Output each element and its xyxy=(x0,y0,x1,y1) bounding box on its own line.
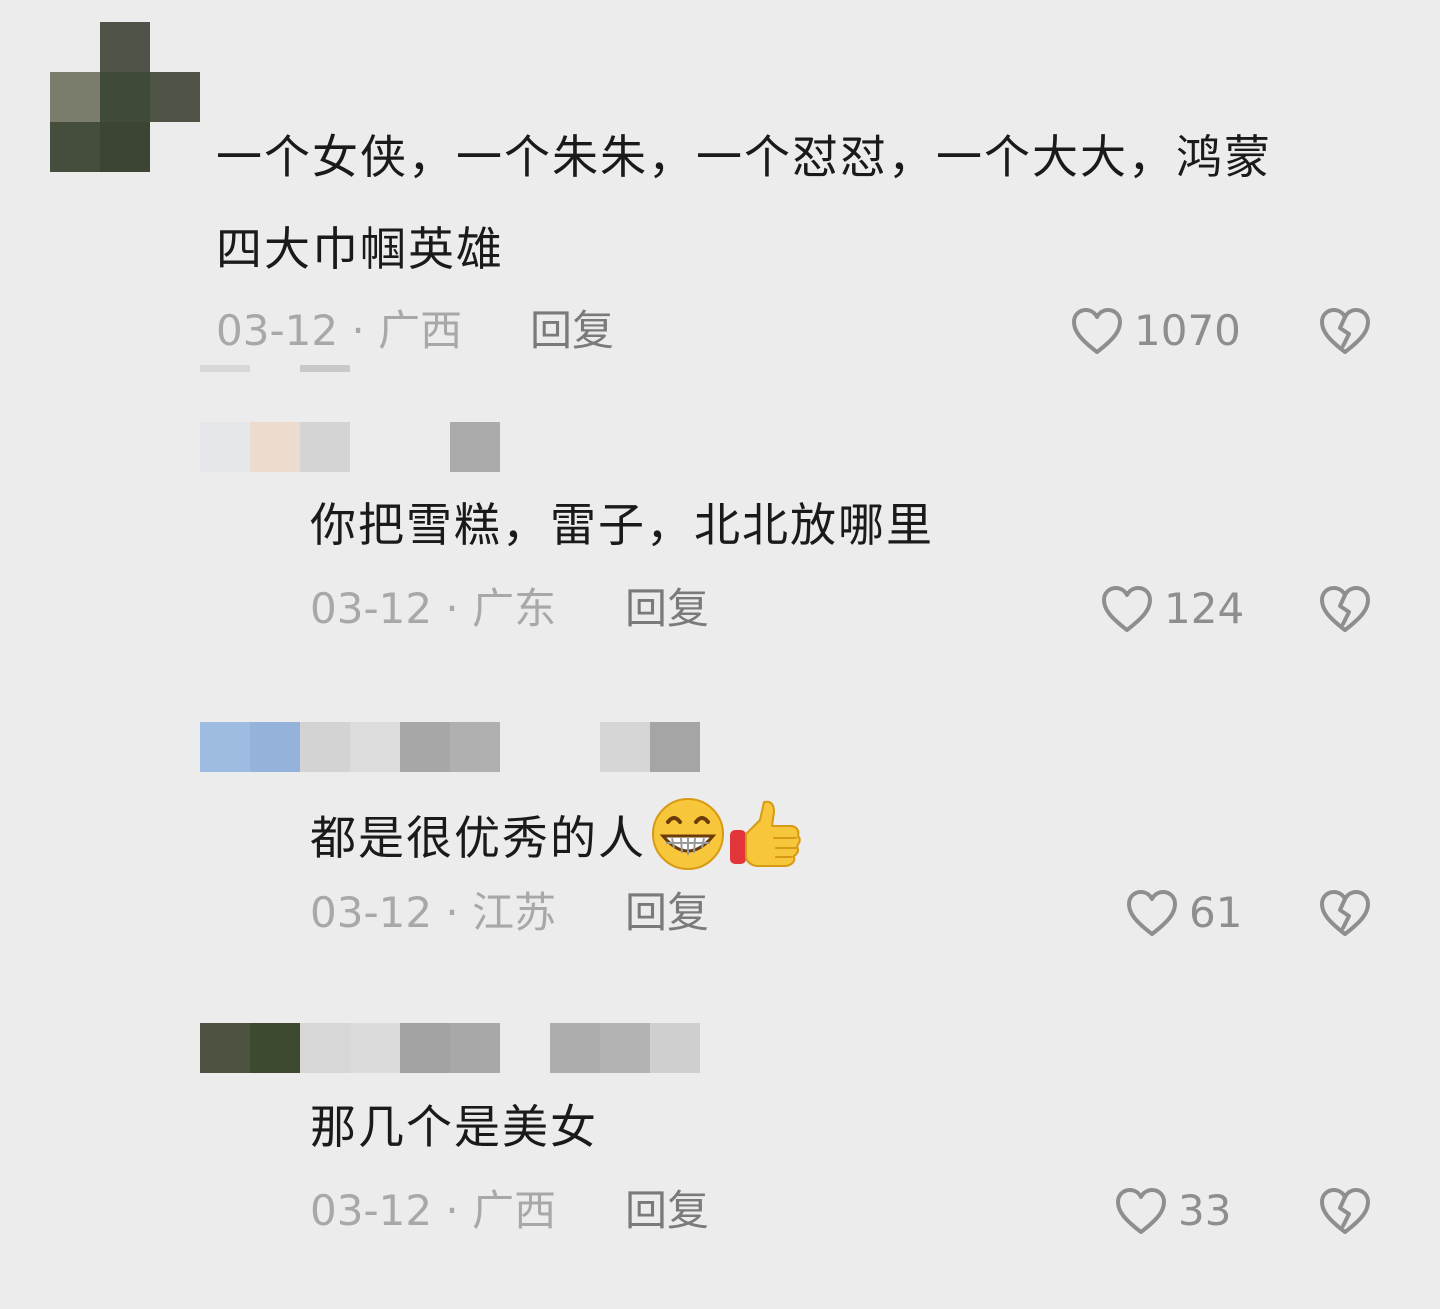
dislike-button[interactable] xyxy=(1318,1186,1372,1236)
broken-heart-icon xyxy=(1318,306,1372,356)
comment-meta: 03-12 · 广西 xyxy=(310,1186,557,1235)
username[interactable] xyxy=(200,422,500,472)
comment-text-body: 都是很优秀的人 xyxy=(310,810,646,865)
like-count: 33 xyxy=(1178,1186,1232,1235)
like-button[interactable]: 1070 xyxy=(1070,306,1241,356)
comment-meta: 03-12 · 广东 xyxy=(310,584,557,633)
username[interactable] xyxy=(200,1023,700,1073)
thumbs-up-emoji xyxy=(726,796,802,879)
dislike-button[interactable] xyxy=(1318,306,1372,356)
name-fragment xyxy=(300,365,350,372)
comment-text: 那几个是美女 xyxy=(310,1100,598,1154)
like-button[interactable]: 124 xyxy=(1100,584,1244,634)
reply-button[interactable]: 回复 xyxy=(530,310,614,352)
avatar[interactable] xyxy=(50,22,200,172)
reply-button[interactable]: 回复 xyxy=(625,892,709,934)
broken-heart-icon xyxy=(1318,1186,1372,1236)
like-count: 124 xyxy=(1164,584,1245,633)
heart-icon xyxy=(1070,306,1124,356)
heart-icon xyxy=(1125,888,1179,938)
reply-button[interactable]: 回复 xyxy=(625,588,709,630)
comment-text-line2: 四大巾帼英雄 xyxy=(216,222,504,276)
comment-meta: 03-12 · 广西 xyxy=(216,306,463,355)
broken-heart-icon xyxy=(1318,584,1372,634)
dislike-button[interactable] xyxy=(1318,888,1372,938)
like-button[interactable]: 61 xyxy=(1125,888,1242,938)
comment-text: 你把雪糕，雷子，北北放哪里 xyxy=(310,498,934,552)
heart-icon xyxy=(1114,1186,1168,1236)
heart-icon xyxy=(1100,584,1154,634)
grin-emoji xyxy=(650,796,726,879)
dislike-button[interactable] xyxy=(1318,584,1372,634)
name-fragment xyxy=(200,365,250,372)
like-count: 1070 xyxy=(1134,306,1241,355)
comment-text: 都是很优秀的人 xyxy=(310,796,802,879)
broken-heart-icon xyxy=(1318,888,1372,938)
reply-button[interactable]: 回复 xyxy=(625,1190,709,1232)
comment-meta: 03-12 · 江苏 xyxy=(310,888,557,937)
like-count: 61 xyxy=(1189,888,1243,937)
comment-text: 一个女侠，一个朱朱，一个怼怼，一个大大，鸿蒙 xyxy=(216,130,1272,184)
username[interactable] xyxy=(200,722,700,772)
like-button[interactable]: 33 xyxy=(1114,1186,1231,1236)
